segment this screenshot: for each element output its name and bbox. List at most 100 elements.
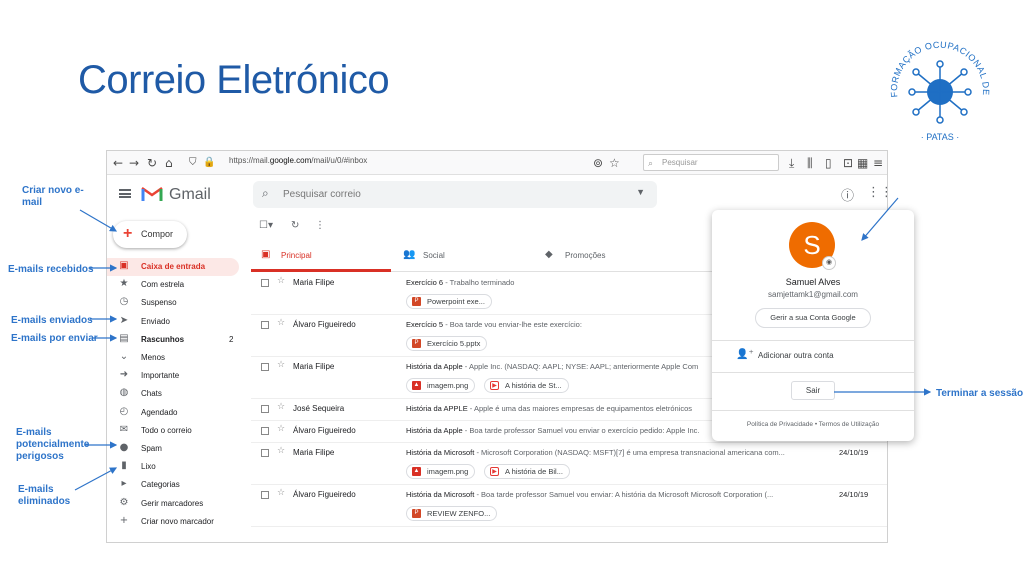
- sidebar-item-chats[interactable]: ◍ Chats: [107, 385, 239, 403]
- divider: [712, 340, 914, 341]
- download-icon[interactable]: ⤓: [789, 155, 794, 171]
- label-icon: ▸: [121, 478, 127, 490]
- mail-search-input[interactable]: ⌕ Pesquisar correio ▼: [253, 181, 657, 208]
- attachment-label: A história de Bil...: [505, 467, 563, 476]
- tab-promoções[interactable]: ◆ Promoções: [535, 241, 675, 272]
- attachment-label: Powerpoint exe...: [427, 297, 485, 306]
- popup-footer-links[interactable]: Política de Privacidade • Termos de Util…: [712, 421, 914, 428]
- row-checkbox[interactable]: [261, 491, 269, 499]
- row-checkbox[interactable]: [261, 405, 269, 413]
- select-all-checkbox-icon[interactable]: ☐▾: [259, 220, 273, 231]
- hamburger-menu-icon[interactable]: [119, 189, 131, 198]
- annotation-compose: Criar novo e-mail: [22, 185, 84, 208]
- shield-icon[interactable]: ⛉: [189, 155, 197, 171]
- sidebar-item-label: Enviado: [141, 316, 170, 326]
- manage-account-button[interactable]: Gerir a sua Conta Google: [755, 308, 871, 328]
- plus-icon: +: [119, 514, 129, 526]
- sidebar-item-label: Menos: [141, 353, 166, 362]
- divider: [712, 410, 914, 411]
- annotation-spam: E-mails potencialmente perigosos: [16, 427, 90, 462]
- star-icon[interactable]: ☆: [277, 424, 285, 434]
- attachment-chip[interactable]: P Exercício 5.pptx: [406, 336, 488, 351]
- refresh-icon[interactable]: ↻: [291, 220, 299, 231]
- attachment-chip[interactable]: P Powerpoint exe...: [406, 294, 492, 309]
- sidebar-item-todo-o-correio[interactable]: ✉ Todo o correio: [107, 422, 239, 440]
- star-icon[interactable]: ☆: [277, 318, 285, 328]
- google-apps-icon[interactable]: ⋮⋮: [867, 185, 887, 200]
- draft-icon: ▤: [119, 332, 129, 344]
- email-subject-line: História da Microsoft - Microsoft Corpor…: [406, 448, 821, 457]
- sidebar-item-categorias[interactable]: ▸ Categorias: [107, 476, 239, 494]
- home-icon[interactable]: ⌂: [165, 155, 173, 171]
- extension-icon[interactable]: ⊡: [843, 155, 853, 171]
- attachment-chip[interactable]: ▶ A história de St...: [484, 378, 569, 393]
- back-icon[interactable]: ←: [113, 155, 123, 171]
- email-row[interactable]: ☆ Maria Filipe História da Microsoft - Mic…: [251, 443, 887, 485]
- sidebar-item-spam[interactable]: ● Spam: [107, 440, 239, 458]
- menu-icon[interactable]: ≡: [873, 155, 883, 171]
- row-checkbox[interactable]: [261, 427, 269, 435]
- tab-label: Promoções: [565, 251, 606, 260]
- camera-icon[interactable]: ◉: [822, 256, 836, 270]
- apps-icon[interactable]: ▦: [857, 155, 868, 171]
- star-icon[interactable]: ☆: [277, 360, 285, 370]
- email-row[interactable]: ☆ Álvaro Figueiredo História da Microsoft …: [251, 485, 887, 527]
- star-icon[interactable]: ☆: [277, 488, 285, 498]
- all-mail-icon: ✉: [119, 423, 129, 435]
- row-checkbox[interactable]: [261, 449, 269, 457]
- add-account-icon[interactable]: 👤⁺: [736, 349, 754, 360]
- sidebar-item-agendado[interactable]: ◴ Agendado: [107, 404, 239, 422]
- account-name: Samuel Alves: [785, 277, 841, 287]
- forward-icon[interactable]: →: [129, 155, 139, 171]
- sidebar-item-rascunhos[interactable]: ▤ Rascunhos 2: [107, 331, 239, 349]
- tab-social[interactable]: 👥 Social: [393, 241, 533, 272]
- sidebar-item-caixa-de-entrada[interactable]: ▣ Caixa de entrada: [107, 258, 239, 276]
- row-checkbox[interactable]: [261, 279, 269, 287]
- attachment-chip[interactable]: ▲ imagem.png: [406, 378, 476, 393]
- compose-plus-icon: +: [123, 225, 133, 242]
- add-account-link[interactable]: Adicionar outra conta: [758, 351, 834, 360]
- row-checkbox[interactable]: [261, 363, 269, 371]
- sidebar-item-enviado[interactable]: ➤ Enviado: [107, 313, 239, 331]
- attachment-chip[interactable]: ▶ A história de Bil...: [484, 464, 570, 479]
- compose-button[interactable]: + Compor: [113, 221, 187, 248]
- youtube-icon: ▶: [490, 381, 499, 390]
- row-checkbox[interactable]: [261, 321, 269, 329]
- more-options-icon[interactable]: ⋮: [315, 220, 325, 231]
- annotation-signout: Terminar a sessão: [936, 388, 1024, 399]
- sidebar-item-com-estrela[interactable]: ★ Com estrela: [107, 276, 239, 294]
- address-bar[interactable]: https://mail.google.com/mail/u/0/#inbox: [229, 156, 367, 165]
- email-sender: Álvaro Figueiredo: [293, 490, 356, 499]
- star-icon[interactable]: ☆: [277, 276, 285, 286]
- annotation-inbox: E-mails recebidos: [8, 264, 94, 275]
- sidebar-item-gerir-marcadores[interactable]: ⚙ Gerir marcadores: [107, 495, 239, 513]
- url-domain: google.com: [269, 156, 312, 165]
- search-options-icon[interactable]: ▼: [636, 187, 645, 197]
- sidebar-item-label: Todo o correio: [141, 425, 192, 435]
- sidebar-item-importante[interactable]: ➜ Importante: [107, 367, 239, 385]
- signout-button[interactable]: Sair: [791, 381, 835, 400]
- pocket-icon[interactable]: ⊚: [593, 155, 603, 171]
- trash-icon: ▮: [121, 460, 127, 472]
- tab-principal[interactable]: ▣ Principal: [251, 241, 391, 272]
- attachment-chip[interactable]: ▲ imagem.png: [406, 464, 476, 479]
- help-icon[interactable]: ⓘ: [841, 185, 854, 204]
- star-icon[interactable]: ☆: [277, 402, 285, 412]
- sidebar-item-lixo[interactable]: ▮ Lixo: [107, 458, 239, 476]
- send-icon: ➤: [119, 314, 129, 326]
- lock-icon[interactable]: 🔒: [203, 155, 215, 171]
- image-icon: ▲: [412, 467, 421, 476]
- reload-icon[interactable]: ↻: [147, 155, 157, 171]
- sidebar-item-criar-novo-marcador[interactable]: + Criar novo marcador: [107, 513, 239, 531]
- sidebar-item-label: Criar novo marcador: [141, 516, 214, 526]
- attachment-chip[interactable]: P REVIEW ZENFO...: [406, 506, 498, 521]
- library-icon[interactable]: ⫼: [807, 155, 813, 171]
- star-icon[interactable]: ☆: [277, 446, 285, 456]
- browser-search-input[interactable]: ⌕ Pesquisar: [643, 154, 779, 171]
- email-sender: José Sequeira: [293, 404, 345, 413]
- sidebar-item-suspenso[interactable]: ◷ Suspenso: [107, 294, 239, 312]
- email-sender: Álvaro Figueiredo: [293, 320, 356, 329]
- bookmark-star-icon[interactable]: ☆: [609, 155, 620, 171]
- sidebar-item-menos[interactable]: ⌄ Menos: [107, 349, 239, 367]
- sidebar-icon[interactable]: ▯: [825, 155, 832, 171]
